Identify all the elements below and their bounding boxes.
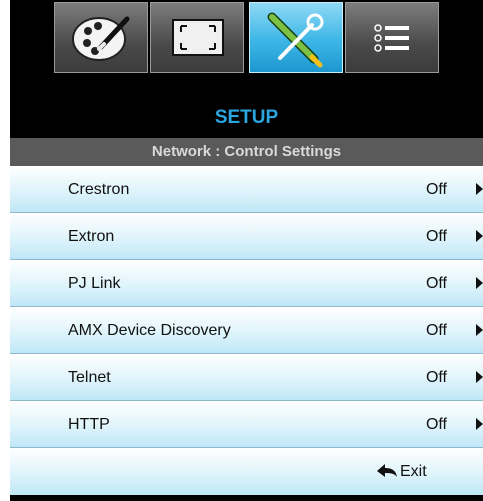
chevron-right-icon[interactable] xyxy=(476,324,483,336)
setting-value: Off xyxy=(425,181,447,198)
setting-row-crestron[interactable]: Crestron Off xyxy=(10,166,483,213)
setting-row-amx[interactable]: AMX Device Discovery Off xyxy=(10,307,483,354)
tab-setup[interactable] xyxy=(249,2,343,73)
setting-label: Telnet xyxy=(68,369,111,386)
exit-label: Exit xyxy=(400,463,427,480)
setting-label: AMX Device Discovery xyxy=(68,322,231,339)
exit-button[interactable]: Exit xyxy=(10,448,483,495)
tab-image[interactable] xyxy=(54,2,148,73)
setting-value: Off xyxy=(425,369,447,386)
tab-bar xyxy=(10,0,483,90)
setting-label: PJ Link xyxy=(68,275,121,292)
settings-list: Crestron Off Extron Off PJ Link Off AMX … xyxy=(10,166,483,495)
setting-label: Crestron xyxy=(68,181,130,198)
setting-row-telnet[interactable]: Telnet Off xyxy=(10,354,483,401)
setup-tools-icon xyxy=(267,12,324,68)
chevron-right-icon[interactable] xyxy=(476,230,483,242)
menu-subtitle: Network : Control Settings xyxy=(10,138,483,166)
tab-display[interactable] xyxy=(150,2,244,73)
setting-value: Off xyxy=(425,322,447,339)
chevron-right-icon[interactable] xyxy=(476,277,483,289)
chevron-right-icon[interactable] xyxy=(476,371,483,383)
setting-row-pjlink[interactable]: PJ Link Off xyxy=(10,260,483,307)
setting-row-extron[interactable]: Extron Off xyxy=(10,213,483,260)
setting-value: Off xyxy=(425,275,447,292)
back-arrow-icon xyxy=(377,464,397,477)
palette-icon xyxy=(72,16,130,61)
setting-value: Off xyxy=(425,228,447,245)
setting-value: Off xyxy=(425,416,447,433)
setting-row-http[interactable]: HTTP Off xyxy=(10,401,483,448)
options-list-icon xyxy=(374,24,409,52)
display-icon xyxy=(172,19,224,56)
menu-title: SETUP xyxy=(214,107,279,128)
setting-label: HTTP xyxy=(68,416,110,433)
tab-options[interactable] xyxy=(345,2,439,73)
chevron-right-icon[interactable] xyxy=(476,418,483,430)
setting-label: Extron xyxy=(68,228,115,245)
projector-osd-menu: SETUP Network : Control Settings Crestro… xyxy=(10,0,483,501)
chevron-right-icon[interactable] xyxy=(476,183,483,195)
